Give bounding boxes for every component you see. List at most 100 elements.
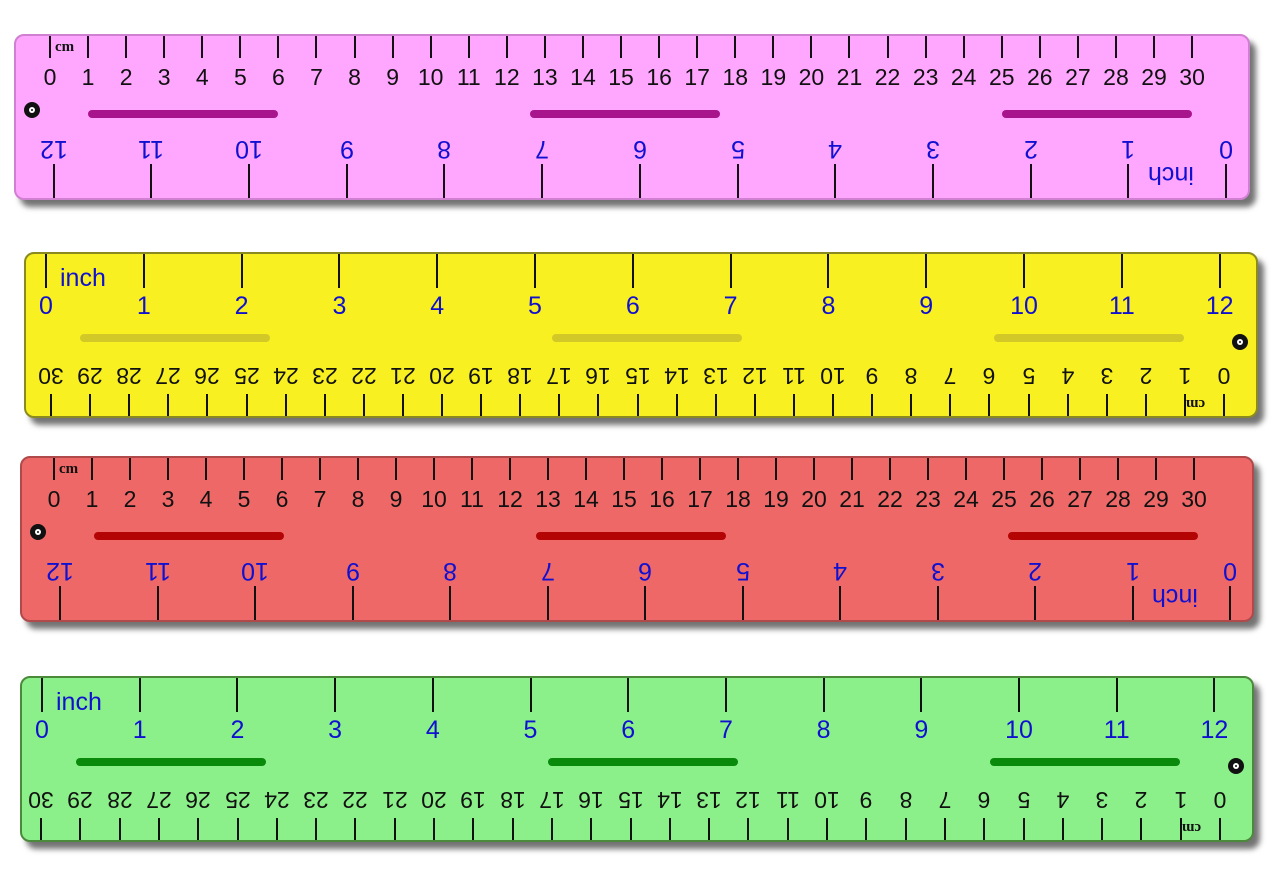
cm-tick [753,394,756,416]
cm-tick [91,458,93,480]
cm-tick [658,36,661,58]
inch-label: 7 [723,292,738,320]
cm-tick [401,394,404,416]
cm-tick [826,818,828,840]
cm-tick [480,394,483,416]
inch-tick [1229,586,1231,620]
inch-label: 0 [39,292,53,320]
cm-tick [547,458,549,480]
cm-tick [775,458,777,480]
inch-tick [936,586,939,620]
inch-label: 11 [1108,292,1135,320]
inch-label: 9 [914,716,929,744]
cm-unit-label: cm [1182,820,1202,836]
cm-tick [275,818,278,840]
cm-tick [696,36,699,58]
cm-label: 9 [386,64,400,90]
inch-tick [449,586,451,620]
cm-tick [236,818,239,840]
inch-tick [443,164,446,198]
cm-tick [871,394,874,416]
cm-tick [429,36,432,58]
cm-tick [851,458,853,480]
cm-label: 11 [456,64,481,90]
inch-tick [345,164,348,198]
cm-tick [53,458,55,480]
cm-tick [962,36,965,58]
cm-label: 23 [311,363,338,389]
cm-tick [668,818,671,840]
inch-tick [1018,678,1020,712]
cm-tick [810,36,813,58]
inch-tick [240,254,243,288]
groove [76,758,266,766]
cm-label: 24 [272,363,299,389]
cm-label: 13 [696,787,722,813]
cm-tick [89,394,92,416]
cm-tick [281,458,283,480]
cm-label: 10 [417,64,444,90]
cm-label: 5 [237,486,251,512]
cm-label: 1 [1174,787,1188,813]
cm-label: 0 [1217,363,1231,389]
cm-label: 28 [106,787,133,813]
cm-unit-label: cm [55,39,75,55]
cm-tick [543,36,546,58]
cm-label: 20 [798,64,825,90]
inch-label: 0 [1223,557,1237,585]
red-ruler: 0 1 2 3 4 5 6 7 8 9 10 11 12 13 14 15 16 17 18 19 20 21 22 23 24… [20,456,1254,622]
cm-label: 16 [649,486,675,512]
cm-tick [87,36,90,58]
cm-tick [319,458,321,480]
groove [1008,532,1198,540]
inch-tick [529,678,532,712]
cm-label: 7 [943,363,957,389]
cm-tick [357,458,359,480]
cm-label: 3 [157,64,171,90]
cm-tick [167,394,170,416]
inch-label: 12 [39,135,68,163]
inch-label: 0 [1219,135,1233,163]
cm-label: 8 [904,363,918,389]
inch-tick [338,254,341,288]
cm-tick [699,458,701,480]
inch-label: 11 [144,557,171,585]
cm-tick [1101,818,1104,840]
cm-tick [277,36,280,58]
inch-tick [920,678,923,712]
groove [548,758,738,766]
cm-label: 23 [303,787,329,813]
inch-tick [1213,678,1216,712]
cm-tick [353,36,356,58]
cm-label: 3 [161,486,175,512]
yellow-ruler: 0 1 2 3 4 5 6 7 8 9 10 11 12 13 14 15 16 17 18 19 20 21 22 23 24… [24,252,1258,418]
cm-label: 10 [814,787,840,813]
inch-label: 10 [235,135,263,163]
cm-label: 19 [760,64,787,90]
cm-tick [623,458,625,480]
cm-label: 14 [657,787,683,813]
inch-tick [1120,254,1123,288]
inch-tick [724,678,727,712]
inch-tick [736,164,739,198]
cm-tick [315,36,318,58]
inch-tick [52,164,55,198]
cm-unit-label: cm [59,461,79,477]
cm-label: 15 [617,787,644,813]
inch-label: 7 [535,135,550,163]
cm-tick [167,458,169,480]
cm-label: 19 [460,787,487,813]
cm-label: 18 [499,787,526,813]
inch-tick [236,678,239,712]
cm-label: 25 [991,486,1017,512]
cm-label: 1 [1178,363,1192,389]
inch-label: 2 [234,292,249,320]
cm-unit-label: cm [1186,396,1206,412]
inch-tick [254,586,256,620]
cm-label: 7 [310,64,323,90]
cm-label: 4 [1056,787,1070,813]
cm-label: 0 [43,64,57,90]
inch-tick [138,678,141,712]
cm-tick [239,36,242,58]
cm-tick [734,36,737,58]
